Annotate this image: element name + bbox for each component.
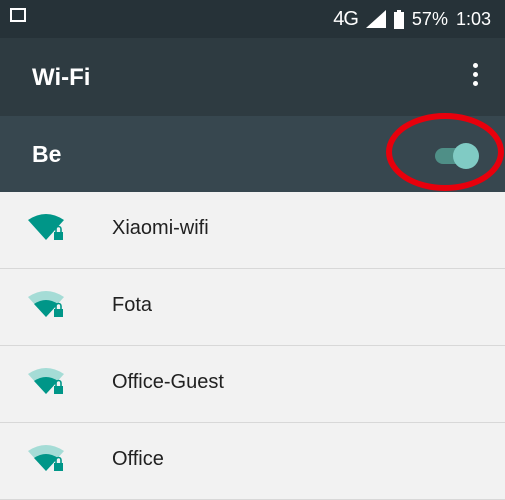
network-type: 4G (333, 7, 359, 30)
list-item[interactable]: Xiaomi-wifi (0, 192, 505, 269)
image-notification-icon (10, 8, 26, 22)
clock: 1:03 (455, 8, 491, 29)
list-item[interactable]: Office-Guest (0, 346, 505, 423)
status-bar: 4G 57% 1:03 (0, 0, 505, 38)
switch-label: Be (32, 141, 62, 167)
list-item[interactable]: Fota (0, 269, 505, 346)
wifi-lock-icon (28, 368, 64, 394)
toolbar: Wi-Fi (0, 38, 505, 116)
network-name: Office-Guest (112, 371, 224, 393)
network-name: Xiaomi-wifi (112, 217, 209, 239)
page-title: Wi-Fi (32, 64, 91, 91)
battery-percent: 57% (411, 8, 448, 29)
status-bar-right: 4G 57% 1:03 (333, 7, 491, 30)
network-name: Office (112, 448, 164, 470)
network-name: Fota (112, 294, 153, 316)
highlight-circle (386, 113, 504, 191)
signal-icon (365, 10, 386, 28)
overflow-menu-icon[interactable] (469, 63, 481, 91)
battery-icon (393, 9, 404, 29)
network-list: Xiaomi-wifi Fota Office-Guest Office (0, 192, 505, 500)
list-item[interactable]: Office (0, 423, 505, 500)
wifi-lock-icon (28, 445, 64, 471)
wifi-lock-icon (28, 291, 64, 317)
wifi-lock-icon (28, 214, 64, 240)
